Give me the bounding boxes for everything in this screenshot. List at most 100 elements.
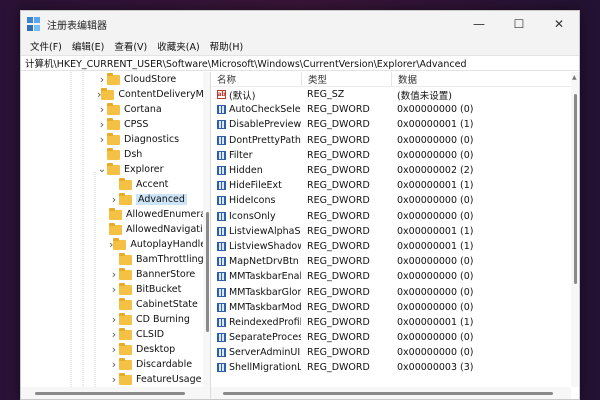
table-row[interactable]: ServerAdminUI REG_DWORD 0x00000000 (0) (211, 345, 579, 360)
chevron-right-icon[interactable]: › (109, 372, 119, 387)
tree-vertical-scrollbar[interactable] (203, 72, 210, 387)
tree-item[interactable]: ›ContentDeliveryManager (21, 87, 210, 102)
table-row[interactable]: HideIcons REG_DWORD 0x00000000 (0) (211, 193, 579, 208)
tree-item[interactable]: ⌄ Explorer (21, 162, 210, 177)
close-button[interactable]: ✕ (539, 11, 579, 37)
tree-item[interactable]: › Advanced (21, 192, 210, 207)
table-row[interactable]: DisablePreviewDesktop REG_DWORD 0x00000001… (211, 117, 579, 132)
table-row[interactable]: MMTaskbarGlomLevel REG_DWORD 0x00000000 (0… (211, 284, 579, 299)
chevron-right-icon[interactable]: › (97, 72, 107, 87)
value-data-cell: 0x00000002 (2) (397, 165, 474, 177)
menu-favorites[interactable]: 收藏夹(A) (152, 39, 204, 53)
tree-item[interactable]: › CloudStore (21, 72, 210, 87)
tree-item-label: CabinetState (136, 299, 198, 310)
chevron-right-icon[interactable]: › (109, 192, 119, 207)
address-bar[interactable]: 计算机\HKEY_CURRENT_USER\Software\Microsoft… (21, 55, 579, 71)
value-name-cell: Filter (211, 150, 301, 161)
tree-item-label: CD Burning (136, 314, 190, 325)
value-data-cell: 0x00000000 (0) (397, 271, 474, 283)
tree-item[interactable]: › Desktop (21, 342, 210, 357)
list-horizontal-scroll-thumb[interactable] (223, 392, 553, 395)
value-data-cell: 0x00000001 (1) (397, 225, 474, 237)
tree-horizontal-scroll-thumb[interactable] (35, 392, 185, 395)
table-row[interactable]: AutoCheckSelect REG_DWORD 0x00000000 (0) (211, 102, 579, 117)
menu-view[interactable]: 查看(V) (109, 39, 152, 53)
binary-value-icon (217, 120, 226, 130)
chevron-down-icon[interactable]: ⌄ (97, 162, 107, 177)
tree-horizontal-scrollbar[interactable] (21, 387, 210, 399)
tree-item[interactable]: › AutoplayHandlers (21, 237, 210, 252)
tree-item[interactable]: Dsh (21, 147, 210, 162)
tree-item[interactable]: CabinetState (21, 297, 210, 312)
list-vertical-scroll-thumb[interactable] (574, 94, 577, 284)
table-row[interactable]: HideFileExt REG_DWORD 0x00000001 (1) (211, 178, 579, 193)
table-row[interactable]: ListviewAlphaSelect REG_DWORD 0x00000001 (… (211, 224, 579, 239)
tree-item[interactable]: › Cortana (21, 102, 210, 117)
table-row[interactable]: ab (默认) REG_SZ (数值未设置) (211, 87, 579, 102)
column-header-data[interactable]: 数据 (391, 72, 579, 86)
list-horizontal-scrollbar[interactable] (211, 387, 571, 399)
list-vertical-scrollbar[interactable]: ▲ (571, 72, 579, 387)
table-row[interactable]: MMTaskbarEnabled REG_DWORD 0x00000000 (0) (211, 269, 579, 284)
tree-item[interactable]: AllowedEnumeration (21, 207, 210, 222)
title-bar[interactable]: 注册表编辑器 — ☐ ✕ (21, 11, 579, 37)
column-header-name[interactable]: 名称 (211, 72, 301, 86)
tree-item-label: BannerStore (136, 269, 196, 280)
value-name-cell: IconsOnly (211, 211, 301, 222)
table-row[interactable]: MMTaskbarMode REG_DWORD 0x00000000 (0) (211, 300, 579, 315)
tree-item[interactable]: › BitBucket (21, 282, 210, 297)
tree-item[interactable]: › Diagnostics (21, 132, 210, 147)
menu-help[interactable]: 帮助(H) (205, 39, 249, 53)
chevron-right-icon[interactable]: › (97, 132, 107, 147)
chevron-right-icon[interactable]: › (109, 342, 119, 357)
value-data-cell: 0x00000001 (1) (397, 180, 474, 192)
tree-item[interactable]: › FeatureUsage (21, 372, 210, 387)
value-data-cell: 0x00000000 (0) (397, 286, 474, 298)
menu-edit[interactable]: 编辑(E) (67, 39, 109, 53)
binary-value-icon (217, 150, 226, 160)
tree-vertical-scroll-thumb[interactable] (206, 212, 209, 332)
tree-item[interactable]: › Discardable (21, 357, 210, 372)
column-header-type[interactable]: 类型 (301, 72, 391, 86)
chevron-right-icon[interactable]: › (109, 357, 119, 372)
table-row[interactable]: ReindexedProfile REG_DWORD 0x00000001 (1) (211, 315, 579, 330)
scroll-up-arrow-icon[interactable]: ▲ (572, 74, 577, 81)
value-type-cell: REG_DWORD (307, 347, 370, 359)
folder-icon (113, 237, 127, 250)
value-name-cell: MMTaskbarEnabled (211, 271, 301, 282)
chevron-right-icon[interactable]: › (109, 282, 119, 297)
tree-item[interactable]: › CPSS (21, 117, 210, 132)
tree-item-label: AllowedEnumeration (126, 209, 210, 220)
chevron-right-icon[interactable]: › (97, 117, 107, 132)
tree-item[interactable]: › CLSID (21, 327, 210, 342)
tree-item[interactable]: BamThrottling (21, 252, 210, 267)
table-row[interactable]: SeparateProcess REG_DWORD 0x00000000 (0) (211, 330, 579, 345)
chevron-right-icon[interactable]: › (109, 312, 119, 327)
maximize-button[interactable]: ☐ (499, 11, 539, 37)
table-row[interactable]: IconsOnly REG_DWORD 0x00000000 (0) (211, 209, 579, 224)
value-name-cell: ServerAdminUI (211, 347, 301, 358)
value-data-cell: (数值未设置) (397, 90, 452, 102)
tree-item[interactable]: › BannerStore (21, 267, 210, 282)
chevron-right-icon[interactable]: › (97, 102, 107, 117)
table-row[interactable]: Hidden REG_DWORD 0x00000002 (2) (211, 163, 579, 178)
value-name: MapNetDrvBtn (229, 256, 299, 268)
binary-value-icon (217, 226, 226, 236)
binary-value-icon (217, 348, 226, 358)
table-row[interactable]: DontPrettyPath REG_DWORD 0x00000000 (0) (211, 133, 579, 148)
folder-icon (107, 147, 120, 160)
chevron-right-icon[interactable]: › (109, 267, 119, 282)
table-row[interactable]: Filter REG_DWORD 0x00000000 (0) (211, 148, 579, 163)
table-row[interactable]: MapNetDrvBtn REG_DWORD 0x00000000 (0) (211, 254, 579, 269)
menu-file[interactable]: 文件(F) (25, 39, 67, 53)
table-row[interactable]: ListviewShadow REG_DWORD 0x00000001 (1) (211, 239, 579, 254)
folder-icon (119, 252, 132, 265)
tree-item[interactable]: › CD Burning (21, 312, 210, 327)
minimize-button[interactable]: — (459, 11, 499, 37)
chevron-right-icon[interactable]: › (109, 327, 119, 342)
table-row[interactable]: ShellMigrationLevel REG_DWORD 0x00000003 (… (211, 360, 579, 375)
tree-item[interactable]: AllowedNavigation (21, 222, 210, 237)
value-data-cell: 0x00000000 (0) (397, 195, 474, 207)
tree-item[interactable]: Accent (21, 177, 210, 192)
